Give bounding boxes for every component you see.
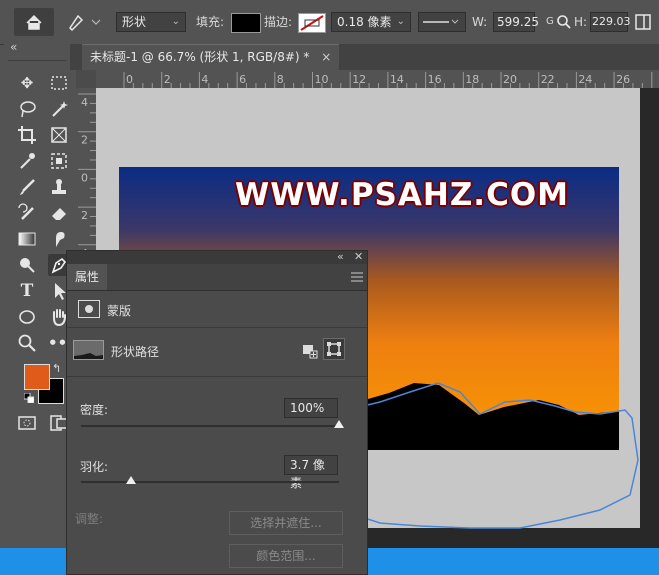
feather-label: 羽化: [80,460,109,474]
tool-mode-select[interactable]: 形状 ⌄ [116,12,186,32]
adjust-label: 调整: [75,512,104,526]
panel-tab-row [67,264,367,291]
fill-swatch[interactable] [231,13,261,33]
mask-label: 蒙版 [107,304,132,318]
chevron-down-icon: ⌄ [171,16,180,27]
home-icon[interactable] [14,8,54,36]
crop-tool-icon[interactable] [16,124,38,146]
shape-path-thumbnail[interactable] [73,340,104,360]
marquee-tool-icon[interactable] [48,72,70,94]
ruler-label: 22 [541,73,555,86]
chevron-down-icon: ⌄ [396,16,405,27]
width-label: W: [472,15,488,29]
foreground-color-swatch[interactable] [24,364,50,390]
object-selection-tool-icon[interactable] [48,150,70,172]
fill-label: 填充: [196,15,225,29]
frame-tool-icon[interactable] [48,124,70,146]
collapse-panel-icon[interactable]: « [337,250,344,263]
tab-properties[interactable]: 属性 [67,264,108,290]
ruler-label: 2 [81,209,88,222]
ruler-label: 18 [465,73,479,86]
mask-icon [78,300,100,318]
ruler-label: 20 [503,73,517,86]
move-tool-icon[interactable]: ✥ [16,72,38,94]
section-divider [67,376,367,377]
eyedropper-tool-icon[interactable] [16,150,38,172]
stamp-tool-icon[interactable] [48,176,70,198]
type-tool-icon[interactable]: T [16,280,38,302]
ruler-label: 4 [81,96,88,109]
add-mask-icon[interactable] [301,342,319,360]
density-field[interactable]: 100% [284,398,338,418]
height-field[interactable]: 229.03 [590,12,631,32]
ruler-label: 24 [578,73,592,86]
toolbox: « ✥ T ••• ↰ [4,40,77,548]
close-panel-icon[interactable]: ✕ [354,250,363,263]
options-bar: 形状 ⌄ 填充: 描边: 0.18 像素 ⌄ W: 599.25 G H: 22… [0,0,659,45]
ruler-label: 2 [81,134,88,147]
smudge-tool-icon[interactable] [48,228,70,250]
feather-field[interactable]: 3.7 像素 [284,455,338,490]
stroke-swatch[interactable] [298,13,326,33]
ruler-label: 2 [164,73,171,86]
height-label: H: [574,15,588,29]
ruler-label: 4 [201,73,208,86]
ruler-label: 0 [81,171,88,184]
eraser-tool-icon[interactable] [48,202,70,224]
ruler-label: 14 [390,73,404,86]
history-brush-tool-icon[interactable] [16,202,38,224]
stroke-width-field[interactable]: 0.18 像素 ⌄ [331,12,411,32]
section-divider [67,327,367,328]
panel-title-bar[interactable]: « ✕ [67,250,367,264]
brush-tool-icon[interactable] [16,176,38,198]
feather-slider-handle[interactable] [126,476,136,484]
ruler-label: 8 [277,73,284,86]
stroke-type-select[interactable] [418,12,466,32]
select-and-mask-button[interactable]: 选择并遮住... [229,511,343,535]
panel-menu-icon[interactable] [351,271,363,285]
ruler-label: 12 [352,73,366,86]
shape-path-label: 形状路径 [111,345,160,359]
workspace-icon[interactable] [634,13,652,31]
magic-wand-tool-icon[interactable] [48,98,70,120]
density-label: 密度: [80,403,109,417]
properties-panel: « ✕ 属性 蒙版 形状路径 密度: 100% 羽化: 3.7 像素 调整: 选… [66,250,368,575]
document-tab[interactable]: 未标题-1 @ 66.7% (形状 1, RGB/8#) * × [82,44,340,71]
ruler-label: 10 [315,73,329,86]
lasso-tool-icon[interactable] [16,98,38,120]
horizontal-ruler-ticks: 0 2 4 6 8 10 12 14 16 18 20 22 24 26 [123,72,653,88]
vector-mask-icon[interactable] [323,338,345,360]
density-slider-track[interactable] [81,425,339,427]
swap-colors-icon[interactable]: ↰ [52,362,61,375]
document-tab-title: 未标题-1 @ 66.7% (形状 1, RGB/8#) * [90,50,310,64]
close-tab-icon[interactable]: × [321,50,331,64]
ellipse-tool-icon[interactable] [16,306,38,328]
horizontal-ruler[interactable]: 0 2 4 6 8 10 12 14 16 18 20 22 24 26 [96,70,659,89]
search-icon[interactable] [556,14,572,30]
ruler-label: 0 [126,73,133,86]
stroke-label: 描边: [264,15,293,29]
width-field[interactable]: 599.25 [493,12,539,32]
dodge-tool-icon[interactable] [16,254,38,276]
feather-slider-track[interactable] [81,481,339,483]
link-label: G [546,16,554,27]
default-colors-icon[interactable] [23,392,35,404]
watermark-text: WWW.PSAHZ.COM [235,177,570,213]
density-slider-handle[interactable] [334,420,344,428]
ruler-label: 26 [616,73,630,86]
quick-mask-icon[interactable] [16,412,38,434]
ruler-corner [76,70,96,88]
ruler-label: 16 [428,73,442,86]
gradient-tool-icon[interactable] [16,228,38,250]
collapse-toolbox-icon[interactable]: « [10,40,17,54]
zoom-tool-icon[interactable] [16,332,38,354]
color-range-button[interactable]: 颜色范围... [229,544,343,568]
pen-tool-preset-icon[interactable] [64,12,104,32]
ruler-label: 6 [239,73,246,86]
toolbox-divider [8,60,66,61]
